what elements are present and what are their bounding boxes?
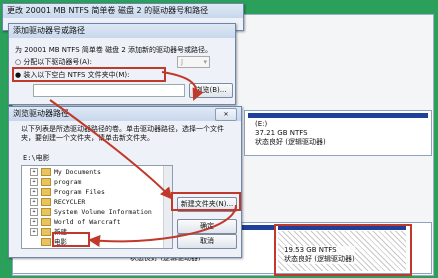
arrow-to-movies	[88, 204, 237, 247]
arrow-to-new-folder	[49, 99, 173, 200]
arrow-to-browse	[161, 71, 204, 101]
annotation-arrows	[49, 71, 237, 247]
